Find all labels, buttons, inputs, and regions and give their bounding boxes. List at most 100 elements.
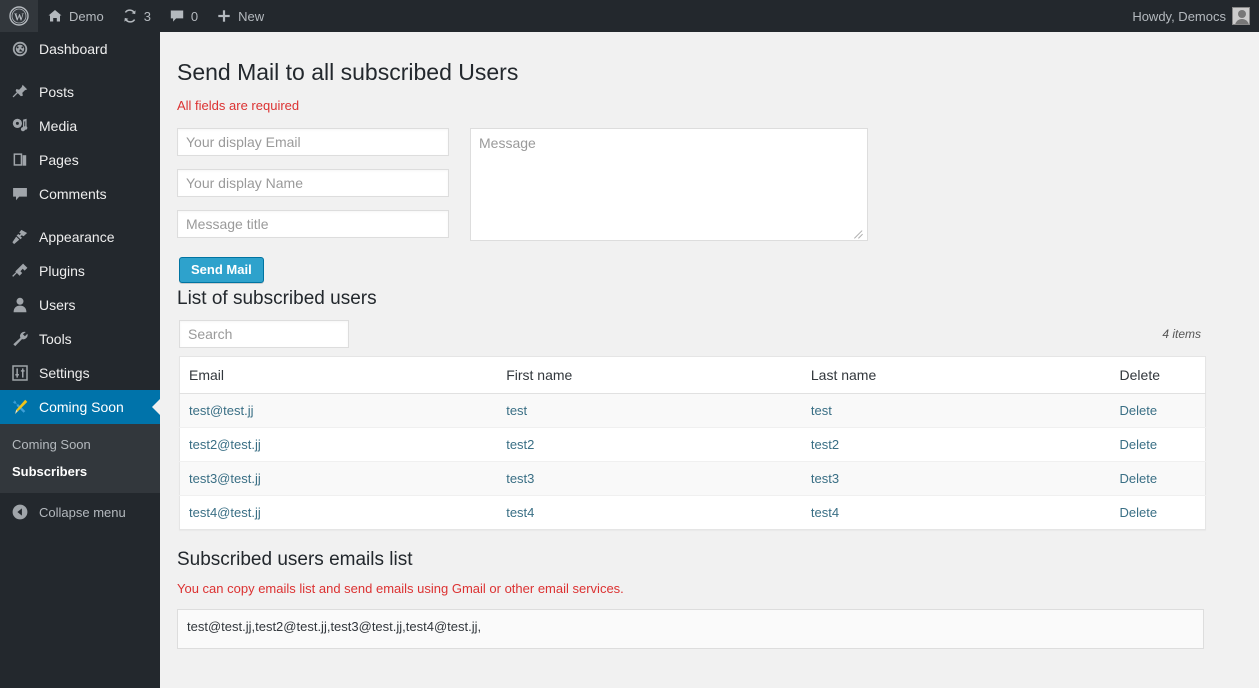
collapse-menu-label: Collapse menu — [39, 504, 126, 520]
subscriber-last-name-link[interactable]: test3 — [811, 471, 839, 486]
subscriber-last-name-link[interactable]: test4 — [811, 505, 839, 520]
delete-subscriber-link[interactable]: Delete — [1120, 403, 1158, 418]
comment-bubble-icon — [10, 184, 30, 204]
send-mail-form: Send Mail — [177, 128, 1239, 288]
message-textarea[interactable] — [470, 128, 868, 241]
delete-subscriber-link[interactable]: Delete — [1120, 437, 1158, 452]
sidebar-separator — [0, 211, 160, 220]
comment-bubble-icon — [169, 8, 185, 24]
sidebar-item-label: Dashboard — [39, 41, 108, 57]
sidebar-item-settings[interactable]: Settings — [0, 356, 160, 390]
settings-sliders-icon — [10, 363, 30, 383]
updates-button[interactable]: 3 — [113, 0, 160, 32]
subscriber-last-name-link[interactable]: test2 — [811, 437, 839, 452]
user-icon — [10, 295, 30, 315]
column-header-last-name: Last name — [801, 356, 1111, 394]
table-row: test3@test.jj test3 test3 Delete — [179, 461, 1206, 496]
column-header-first-name: First name — [497, 356, 802, 394]
sidebar-item-tools[interactable]: Tools — [0, 322, 160, 356]
main-content: Send Mail to all subscribed Users All fi… — [160, 32, 1259, 688]
sidebar-item-pages[interactable]: Pages — [0, 143, 160, 177]
sidebar-item-label: Plugins — [39, 263, 85, 279]
wordpress-logo-icon: W — [9, 6, 29, 26]
plug-icon — [10, 261, 30, 281]
sidebar-item-media[interactable]: Media — [0, 109, 160, 143]
updates-icon — [122, 8, 138, 24]
delete-subscriber-link[interactable]: Delete — [1120, 505, 1158, 520]
sidebar-item-comments[interactable]: Comments — [0, 177, 160, 211]
column-header-email: Email — [179, 356, 498, 394]
new-content-label: New — [238, 8, 265, 24]
search-input[interactable] — [179, 320, 349, 348]
list-toolbar: 4 items — [177, 316, 1239, 356]
collapse-arrow-icon — [10, 502, 30, 522]
sidebar-item-label: Coming Soon — [39, 399, 124, 415]
send-mail-button[interactable]: Send Mail — [179, 257, 264, 283]
table-row: test2@test.jj test2 test2 Delete — [179, 427, 1206, 462]
sidebar-item-label: Settings — [39, 365, 90, 381]
required-fields-note: All fields are required — [177, 98, 300, 113]
site-name-button[interactable]: Demo — [38, 0, 113, 32]
subscriber-email-link[interactable]: test2@test.jj — [189, 437, 261, 452]
subscriber-email-link[interactable]: test@test.jj — [189, 403, 254, 418]
site-name-label: Demo — [69, 8, 104, 24]
admin-bar: W Demo 3 0 New Howdy, Democs — [0, 0, 1259, 32]
subscriber-first-name-link[interactable]: test2 — [506, 437, 534, 452]
display-name-input[interactable] — [177, 169, 449, 197]
updates-count: 3 — [143, 8, 151, 24]
sidebar-item-coming-soon[interactable]: Coming Soon — [0, 390, 160, 424]
emails-list-textarea[interactable]: test@test.jj,test2@test.jj,test3@test.jj… — [177, 609, 1204, 649]
collapse-menu-button[interactable]: Collapse menu — [0, 495, 160, 529]
table-header-row: Email First name Last name Delete — [179, 356, 1206, 394]
copy-emails-note: You can copy emails list and send emails… — [177, 581, 624, 596]
pages-icon — [10, 150, 30, 170]
sidebar-submenu: Coming Soon Subscribers — [0, 424, 160, 493]
howdy-label: Howdy, Democs — [1132, 8, 1226, 24]
wrench-icon — [10, 329, 30, 349]
home-icon — [47, 8, 63, 24]
sidebar-item-dashboard[interactable]: Dashboard — [0, 32, 160, 66]
items-count-label: 4 items — [1162, 327, 1201, 341]
subscriber-first-name-link[interactable]: test — [506, 403, 527, 418]
sidebar-item-users[interactable]: Users — [0, 288, 160, 322]
comments-button[interactable]: 0 — [160, 0, 207, 32]
svg-text:W: W — [14, 13, 24, 24]
tools-pencil-icon — [10, 397, 30, 417]
wordpress-logo-button[interactable]: W — [0, 0, 38, 32]
admin-bar-right-group: Howdy, Democs — [1123, 0, 1259, 32]
brush-icon — [10, 227, 30, 247]
column-header-delete: Delete — [1110, 356, 1206, 394]
plus-icon — [216, 8, 232, 24]
sidebar-item-appearance[interactable]: Appearance — [0, 220, 160, 254]
sidebar-item-label: Media — [39, 118, 78, 134]
pin-icon — [10, 82, 30, 102]
subscriber-last-name-link[interactable]: test — [811, 403, 832, 418]
delete-subscriber-link[interactable]: Delete — [1120, 471, 1158, 486]
emails-list-heading: Subscribed users emails list — [177, 549, 413, 570]
sidebar-item-label: Users — [39, 297, 76, 313]
admin-sidebar: Dashboard Posts Media Pages Comments App… — [0, 32, 160, 688]
dashboard-icon — [10, 39, 30, 59]
submenu-item-subscribers[interactable]: Subscribers — [0, 458, 160, 485]
submenu-item-coming-soon[interactable]: Coming Soon — [0, 431, 160, 458]
sidebar-item-plugins[interactable]: Plugins — [0, 254, 160, 288]
avatar — [1232, 7, 1250, 25]
new-content-button[interactable]: New — [207, 0, 273, 32]
table-row: test4@test.jj test4 test4 Delete — [179, 495, 1206, 530]
media-icon — [10, 116, 30, 136]
subscriber-first-name-link[interactable]: test4 — [506, 505, 534, 520]
sidebar-item-label: Comments — [39, 186, 107, 202]
display-email-input[interactable] — [177, 128, 449, 156]
subscriber-email-link[interactable]: test3@test.jj — [189, 471, 261, 486]
subscriber-email-link[interactable]: test4@test.jj — [189, 505, 261, 520]
my-account-button[interactable]: Howdy, Democs — [1123, 0, 1259, 32]
sidebar-item-label: Tools — [39, 331, 72, 347]
subscriber-first-name-link[interactable]: test3 — [506, 471, 534, 486]
sidebar-item-posts[interactable]: Posts — [0, 75, 160, 109]
subscribers-table: Email First name Last name Delete test@t… — [179, 356, 1206, 530]
message-title-input[interactable] — [177, 210, 449, 238]
page-title: Send Mail to all subscribed Users — [177, 59, 519, 85]
sidebar-separator — [0, 66, 160, 75]
subscribed-users-heading: List of subscribed users — [177, 288, 377, 309]
table-body: test@test.jj test test Delete test2@test… — [179, 393, 1206, 530]
